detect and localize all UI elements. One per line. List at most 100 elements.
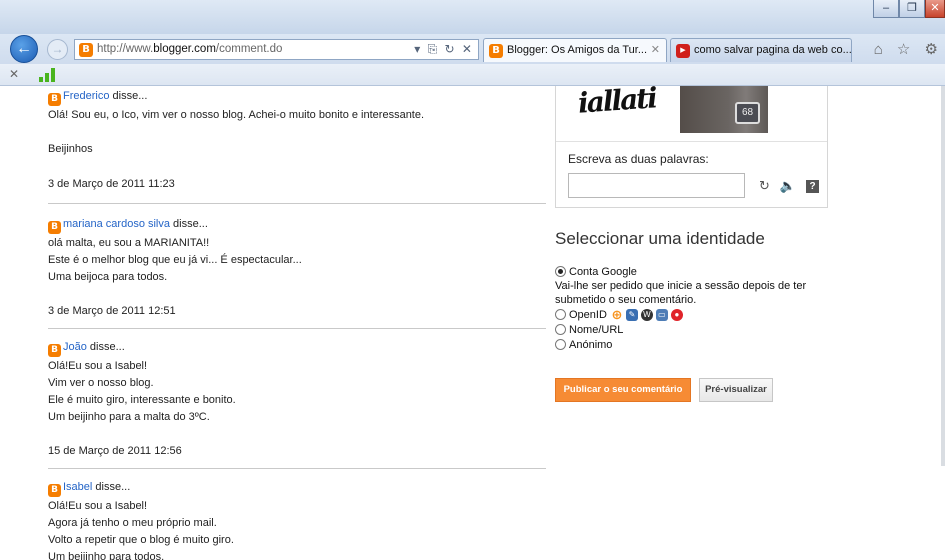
comment-author-link[interactable]: João (63, 341, 87, 353)
forward-arrow-icon: → (51, 42, 64, 56)
back-button[interactable]: ← (10, 35, 38, 63)
identity-options: Conta Google Vai-lhe ser pedido que inic… (555, 264, 855, 352)
comment-timestamp[interactable]: 3 de Março de 2011 11:23 (48, 177, 548, 192)
forward-button[interactable]: → (47, 39, 68, 60)
comment-author-link[interactable]: Frederico (63, 90, 109, 102)
comment-line: Um beijinho para a malta do 3ºC. (48, 411, 210, 423)
comment-line (48, 123, 548, 138)
address-tools-icons[interactable]: ▾ ⎘ ↻ ✕ (414, 42, 474, 57)
address-bar[interactable]: B http://www.blogger.com/comment.do ▾ ⎘ … (74, 39, 479, 60)
identity-option-label: OpenID (569, 308, 607, 321)
url-prefix: http://www. (97, 43, 154, 55)
comment-line: Agora já tenho o meu próprio mail. (48, 517, 217, 529)
captcha-tools: ↻ 🔈 ? (759, 178, 820, 194)
refresh-icon[interactable]: ↻ (759, 178, 770, 194)
tab-youtube[interactable]: ▶ como salvar pagina da web co... (670, 38, 852, 62)
command-bar: ✕ (0, 64, 945, 86)
captcha-label: Escreva as duas palavras: (568, 152, 709, 166)
comment-line: Beijinhos (48, 143, 93, 155)
comment-author-line: Bmariana cardoso silva disse... (48, 217, 548, 234)
comment-divider (48, 468, 546, 469)
help-icon[interactable]: ? (806, 179, 820, 193)
livejournal-icon[interactable]: ✎ (625, 308, 638, 321)
comment-author-line: B Isabel disse... (48, 480, 548, 497)
captcha-image: iallati 68 (576, 86, 768, 133)
comment-says: disse... (86, 341, 125, 353)
back-arrow-icon: ← (16, 40, 32, 57)
wordpress-icon[interactable]: W (640, 308, 653, 321)
identity-option-openid[interactable]: OpenID ⊕ ✎ W ▭ ● (555, 307, 855, 322)
audio-icon[interactable]: 🔈 (780, 178, 796, 194)
comment-timestamp[interactable]: 15 de Março de 2011 12:56 (48, 444, 548, 459)
comment-line: Um beijinho para todos. (48, 551, 165, 560)
identity-option-name-url[interactable]: Nome/URL (555, 322, 855, 337)
comment-line: Olá!Eu sou a Isabel! (48, 360, 148, 372)
captcha-input[interactable] (568, 173, 745, 198)
openid-logo-icon[interactable]: ⊕ (611, 308, 623, 321)
youtube-favicon-icon: ▶ (676, 44, 690, 58)
captcha-divider (556, 141, 827, 142)
comment-author-line: B João disse... (48, 340, 548, 357)
tab-label: Blogger: Os Amigos da Tur... (507, 44, 648, 56)
home-favorites-tools-icons[interactable]: ⌂ ☆ ⚙ (874, 40, 943, 58)
close-toolbar-icon[interactable]: ✕ (9, 67, 19, 81)
identity-option-google[interactable]: Conta Google (555, 264, 855, 279)
comment-says: disse... (170, 218, 208, 230)
identity-option-label: Nome/URL (569, 323, 624, 336)
navigation-bar: ← → B http://www.blogger.com/comment.do … (0, 34, 945, 64)
signal-bars-icon[interactable] (39, 68, 57, 82)
comment-author-link[interactable]: mariana cardoso silva (63, 218, 170, 230)
preview-button[interactable]: Pré-visualizar (699, 378, 773, 402)
comment-divider (48, 203, 546, 204)
comment: Bmariana cardoso silva disse... olá malt… (48, 217, 548, 319)
comment-line: Uma beijoca para todos. (48, 271, 168, 283)
maximize-button[interactable]: ❐ (899, 0, 925, 18)
blogger-profile-icon: B (48, 484, 61, 497)
comment-line: Volto a repetir que o blog é muito giro. (48, 534, 234, 546)
tab-close-icon[interactable]: ✕ (651, 43, 660, 56)
radio-icon[interactable] (555, 309, 566, 320)
typepad-icon[interactable]: ▭ (655, 308, 668, 321)
identity-note: Vai-lhe ser pedido que inicie a sessão d… (555, 280, 807, 292)
captcha-widget: iallati 68 Escreva as duas palavras: ↻ 🔈… (555, 86, 828, 208)
comment: B Frederico disse... Olá! Sou eu, o Ico, … (48, 89, 548, 192)
comment-author-link[interactable]: Isabel (63, 481, 92, 493)
comment-line: Olá!Eu sou a Isabel! (48, 500, 148, 512)
blogger-profile-icon: B (48, 344, 61, 357)
comment-line: Este é o melhor blog que eu já vi... É e… (48, 254, 302, 266)
comment-divider (48, 328, 546, 329)
radio-checked-icon[interactable] (555, 266, 566, 277)
address-url[interactable]: http://www.blogger.com/comment.do (97, 43, 282, 55)
blogger-profile-icon: B (48, 93, 61, 106)
minimize-button[interactable]: – (873, 0, 899, 18)
identity-option-anonymous[interactable]: Anónimo (555, 337, 855, 352)
page-content: B Frederico disse... Olá! Sou eu, o Ico, … (0, 86, 945, 560)
window-controls: – ❐ ✕ (873, 0, 945, 20)
comment: B João disse... Olá!Eu sou a Isabel! Vim … (48, 340, 548, 459)
blogger-favicon-icon: B (489, 44, 503, 58)
blogger-profile-icon: B (48, 221, 61, 234)
comment-line: olá malta, eu sou a MARIANITA!! (48, 237, 210, 249)
close-window-button[interactable]: ✕ (925, 0, 945, 18)
captcha-photo: 68 (680, 86, 768, 133)
identity-option-label: Conta Google (569, 265, 637, 278)
aim-icon[interactable]: ● (670, 308, 683, 321)
blogger-favicon-icon: B (79, 43, 93, 57)
radio-icon[interactable] (555, 339, 566, 350)
radio-icon[interactable] (555, 324, 566, 335)
url-path: /comment.do (215, 43, 283, 55)
comment-author-line: B Frederico disse... (48, 89, 548, 106)
url-domain: blogger.com (153, 43, 216, 55)
tab-blogger[interactable]: B Blogger: Os Amigos da Tur... ✕ (483, 38, 667, 62)
tab-label: como salvar pagina da web co... (694, 44, 852, 56)
comment: B Isabel disse... Olá!Eu sou a Isabel! Ag… (48, 480, 548, 560)
publish-comment-button[interactable]: Publicar o seu comentário (555, 378, 691, 402)
identity-heading: Seleccionar uma identidade (555, 229, 765, 248)
captcha-word-image: iallati (576, 86, 657, 120)
openid-provider-icons: ⊕ ✎ W ▭ ● (611, 308, 683, 321)
captcha-photo-number: 68 (735, 102, 760, 124)
comment-timestamp[interactable]: 3 de Março de 2011 12:51 (48, 304, 548, 319)
scrollbar[interactable] (941, 86, 945, 466)
comment-line: Ele é muito giro, interessante e bonito. (48, 394, 236, 406)
comment-says: disse... (92, 481, 131, 493)
